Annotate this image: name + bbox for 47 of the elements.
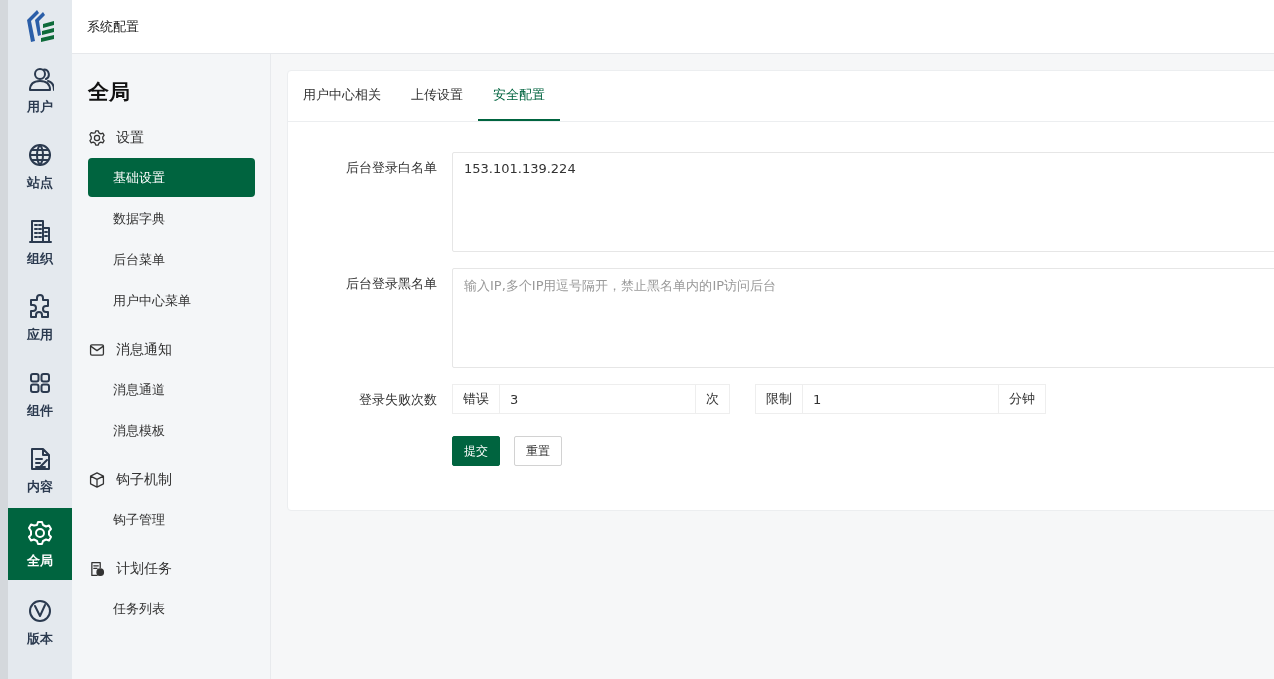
reset-button[interactable]: 重置 <box>514 436 562 466</box>
globe-icon <box>26 141 54 169</box>
v-circle-icon <box>26 597 54 625</box>
blacklist-field[interactable]: 输入IP,多个IP用逗号隔开，禁止黑名单内的IP访问后台 <box>452 268 1274 368</box>
field-label: 后台登录黑名单 <box>345 275 437 293</box>
task-document-icon <box>88 560 106 578</box>
input-prefix: 错误 <box>452 384 500 414</box>
input-prefix: 限制 <box>755 384 803 414</box>
number-field[interactable]: 3 <box>500 384 695 414</box>
sidebar-item[interactable]: 消息通道 <box>88 370 255 409</box>
nav-item[interactable]: 用户 <box>8 52 72 128</box>
submit-button[interactable]: 提交 <box>452 436 500 466</box>
group-heading: 钩子机制 <box>116 471 172 489</box>
nav-item[interactable]: 组件 <box>8 356 72 432</box>
nav-item[interactable]: 内容 <box>8 432 72 508</box>
nav-item[interactable]: 组织 <box>8 204 72 280</box>
users-icon <box>26 65 54 93</box>
field-label: 后台登录白名单 <box>345 159 437 177</box>
input-suffix: 次 <box>695 384 730 414</box>
settings-icon <box>88 129 106 147</box>
building-icon <box>26 217 54 245</box>
cube-icon <box>88 471 106 489</box>
sidebar-item[interactable]: 用户中心菜单 <box>88 281 255 320</box>
tab[interactable]: 安全配置 <box>478 71 560 121</box>
sidebar-item[interactable]: 后台菜单 <box>88 240 255 279</box>
group-heading: 计划任务 <box>116 560 172 578</box>
tab[interactable]: 用户中心相关 <box>288 71 396 121</box>
nav-item[interactable]: 应用 <box>8 280 72 356</box>
number-field[interactable]: 1 <box>803 384 998 414</box>
mail-icon <box>88 341 106 359</box>
section-title: 全局 <box>88 79 131 106</box>
group-heading: 消息通知 <box>116 341 172 359</box>
tab[interactable]: 上传设置 <box>396 71 478 121</box>
sidebar-item[interactable]: 消息模板 <box>88 411 255 450</box>
sidebar-item[interactable]: 任务列表 <box>88 589 255 628</box>
sidebar-item[interactable]: 基础设置 <box>88 158 255 197</box>
nav-item[interactable]: 站点 <box>8 128 72 204</box>
whitelist-field[interactable]: 153.101.139.224 <box>452 152 1274 252</box>
field-label: 登录失败次数 <box>358 391 437 409</box>
nav-item[interactable]: 全局 <box>8 508 72 580</box>
nav-item[interactable]: 版本 <box>8 584 72 660</box>
group-heading: 设置 <box>116 129 144 147</box>
sidebar-item[interactable]: 数据字典 <box>88 199 255 238</box>
page-title: 系统配置 <box>87 17 139 36</box>
input-suffix: 分钟 <box>998 384 1046 414</box>
settings-icon <box>26 519 54 547</box>
sidebar-item[interactable]: 钩子管理 <box>88 500 255 539</box>
